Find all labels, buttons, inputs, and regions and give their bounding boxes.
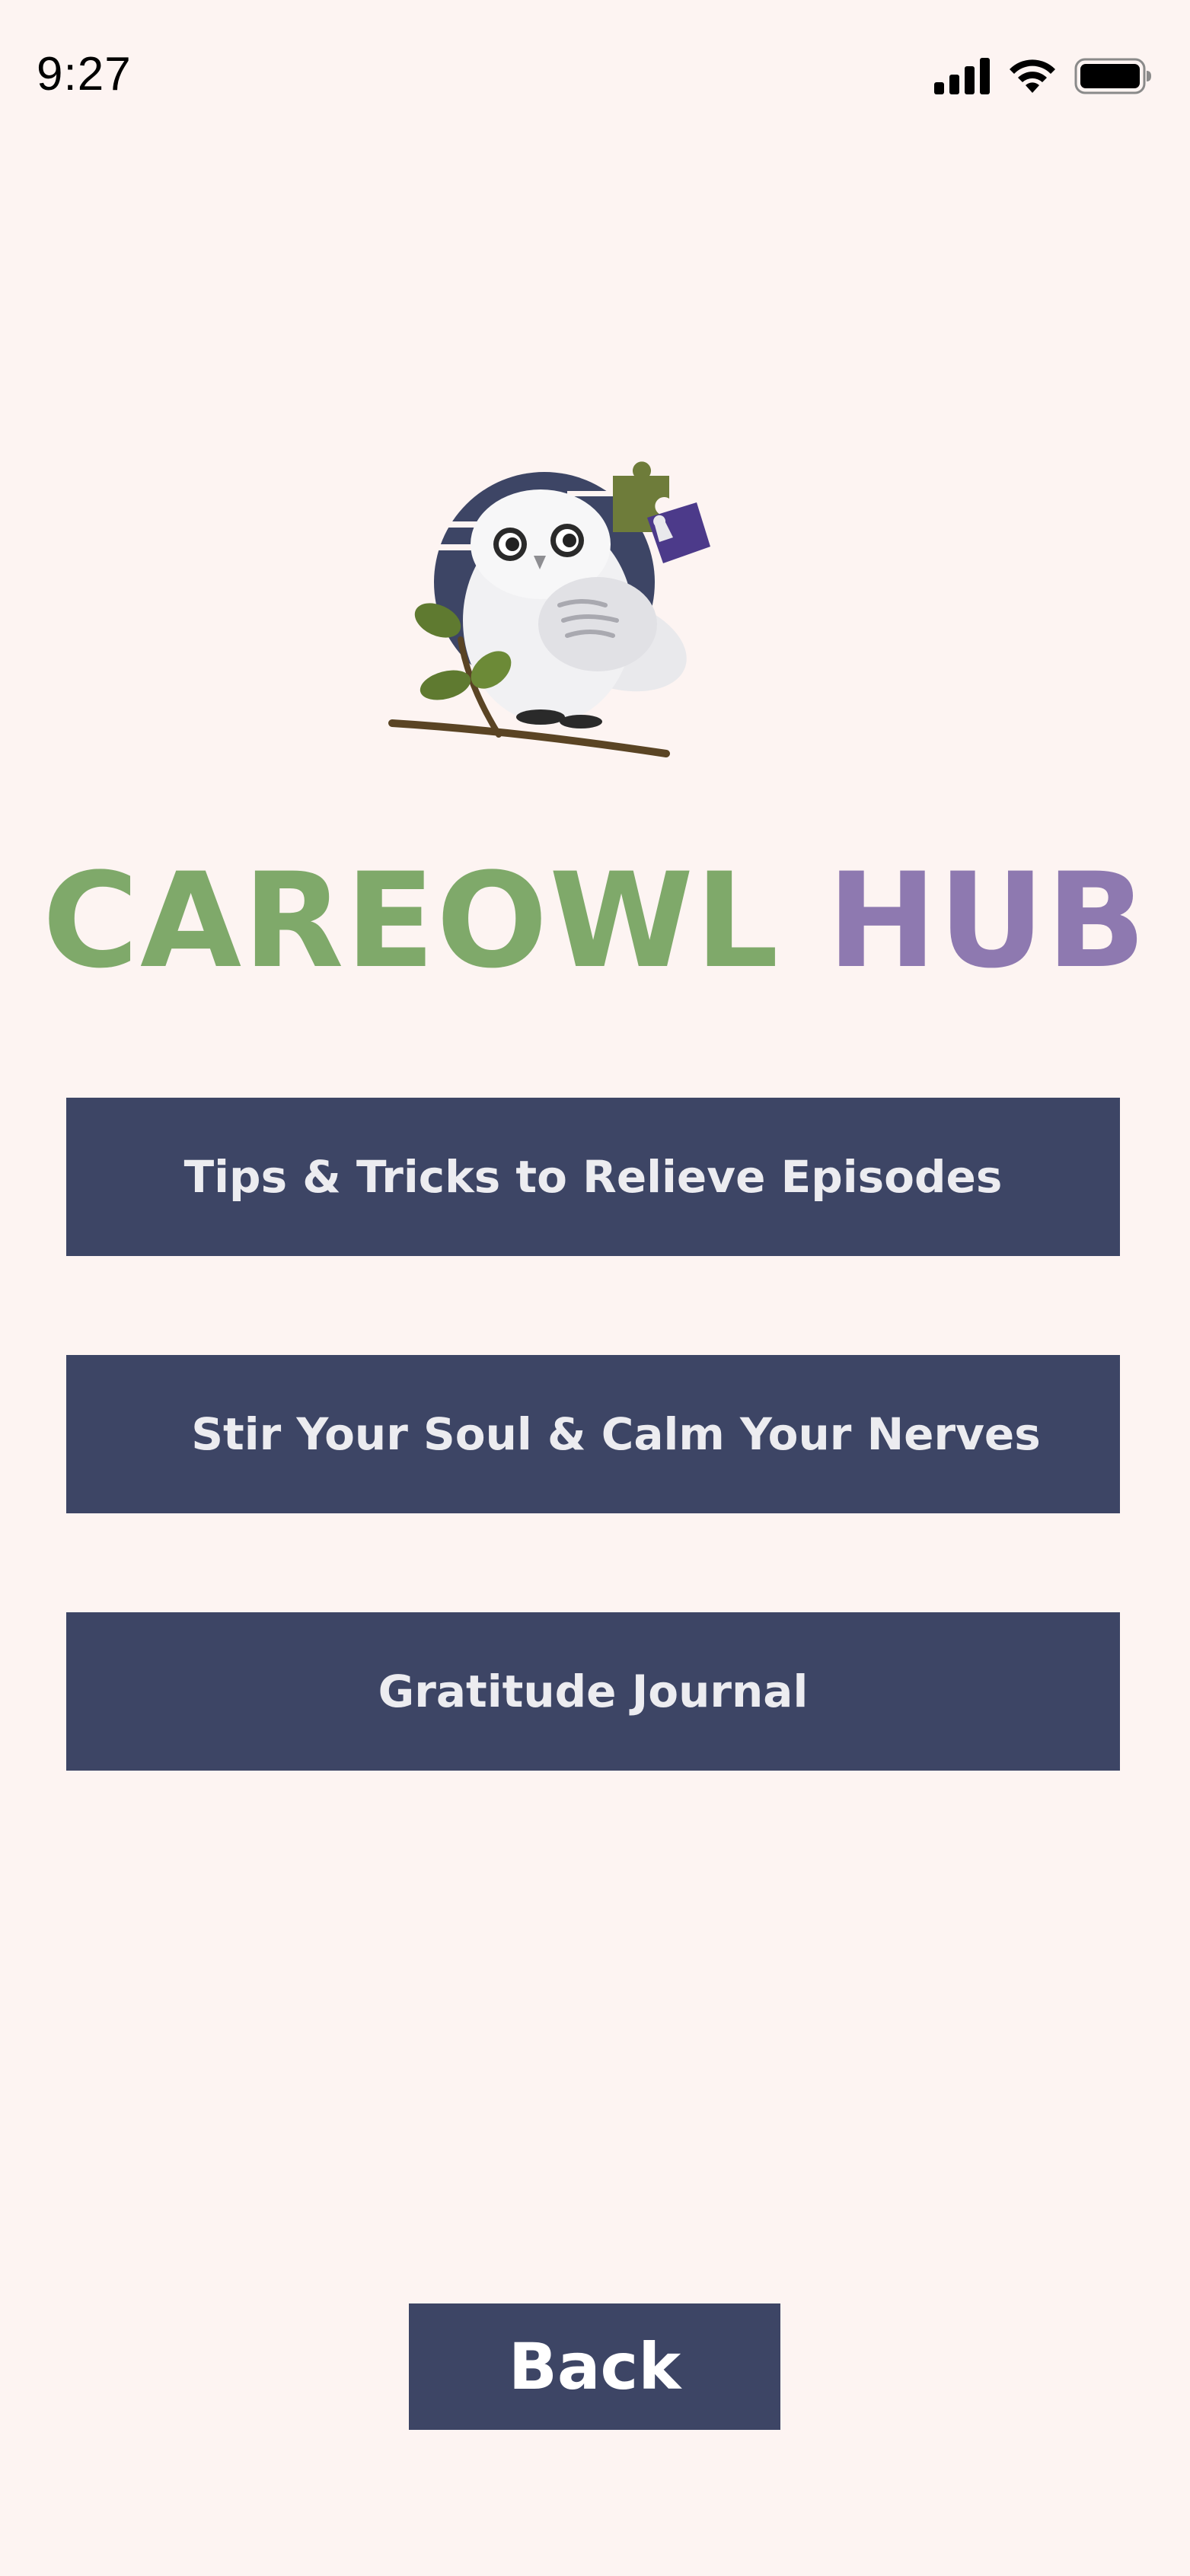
tips-and-tricks-button[interactable]: Tips & Tricks to Relieve Episodes — [66, 1098, 1120, 1256]
stir-your-soul-button[interactable]: Stir Your Soul & Calm Your Nerves — [66, 1355, 1120, 1513]
status-icons — [934, 58, 1152, 94]
title-careowl: CAREOWL — [42, 844, 780, 997]
gratitude-journal-button[interactable]: Gratitude Journal — [66, 1612, 1120, 1771]
back-button[interactable]: Back — [409, 2303, 780, 2430]
app-title: CAREOWL HUB — [0, 845, 1190, 997]
status-time: 9:27 — [37, 48, 132, 100]
owl-logo-icon — [377, 449, 727, 769]
wifi-icon — [1007, 58, 1058, 94]
status-bar: 9:27 — [0, 0, 1190, 152]
battery-icon — [1074, 58, 1152, 94]
cellular-signal-icon — [934, 58, 991, 94]
title-hub: HUB — [827, 844, 1148, 997]
